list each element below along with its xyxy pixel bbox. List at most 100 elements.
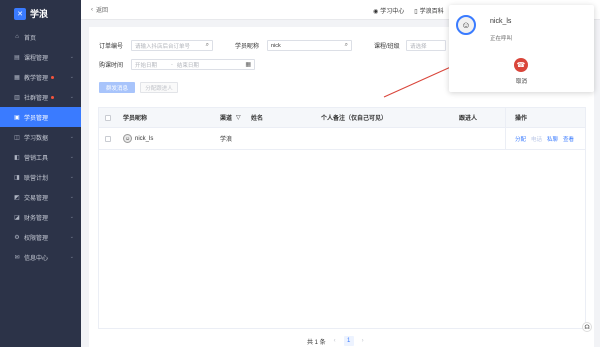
caller-name: nick_ls bbox=[490, 18, 512, 25]
filter-icon[interactable]: ▽ bbox=[236, 114, 241, 121]
row-channel: 学浪 bbox=[220, 137, 233, 143]
view-link[interactable]: 查看 bbox=[563, 135, 574, 143]
caller-avatar: ☺ bbox=[456, 15, 476, 35]
sidebar-item[interactable]: ◪ 财务管理 ⌄ bbox=[0, 207, 81, 227]
col-ops: 操作 bbox=[505, 108, 585, 127]
sidebar-item-label: 学习数据 bbox=[24, 135, 49, 142]
sidebar-item-label: 社群管理 bbox=[24, 95, 49, 102]
hangup-label: 取消 bbox=[515, 79, 527, 85]
sidebar-item-label: 信息中心 bbox=[24, 255, 49, 262]
range-separator: - bbox=[171, 61, 173, 68]
col-channel-label: 渠道 bbox=[220, 116, 233, 122]
col-channel[interactable]: 渠道 ▽ bbox=[220, 108, 241, 127]
sidebar-item[interactable]: ⌂ 首页 bbox=[0, 27, 81, 47]
time-label: 购课时间 bbox=[99, 63, 124, 69]
permission-icon: ⚙ bbox=[14, 234, 20, 241]
sidebar-item-label: 营销工具 bbox=[24, 155, 49, 162]
phone-hangup-icon: ☎ bbox=[516, 62, 526, 69]
notification-dot bbox=[51, 75, 55, 79]
sidebar-item[interactable]: ▤ 课程管理 ⌄ bbox=[0, 47, 81, 67]
assign-follower-button[interactable]: 分配跟进人 bbox=[140, 82, 178, 93]
brand-logo-icon: ✕ bbox=[14, 7, 26, 20]
student-icon: ▣ bbox=[14, 114, 20, 121]
top-link-learning-center[interactable]: ◉ 学习中心 bbox=[373, 6, 404, 15]
chevron-down-icon: ⌄ bbox=[69, 254, 74, 260]
sidebar-item[interactable]: ⚙ 权限管理 ⌄ bbox=[0, 227, 81, 247]
row-ops: 分配 电话 私聊 查看 bbox=[505, 128, 585, 149]
sidebar-item-label: 交易管理 bbox=[24, 195, 49, 202]
private-chat-link[interactable]: 私聊 bbox=[547, 135, 558, 143]
phone-icon: ▯ bbox=[414, 8, 418, 15]
sidebar-item-label: 课程管理 bbox=[24, 55, 49, 62]
notification-dot bbox=[51, 95, 55, 99]
sidebar-item[interactable]: ◧ 营销工具 ⌄ bbox=[0, 147, 81, 167]
chevron-down-icon: ⌄ bbox=[69, 54, 74, 60]
filter-row-2: 购课时间 开始日期 - 结束日期 ▦ bbox=[99, 59, 255, 70]
back-button[interactable]: ‹ 返回 bbox=[81, 5, 108, 15]
sidebar-item-label: 财务管理 bbox=[24, 215, 49, 222]
home-icon: ⌂ bbox=[15, 34, 19, 40]
call-link[interactable]: 电话 bbox=[531, 135, 542, 143]
end-date-placeholder: 结束日期 bbox=[176, 62, 199, 69]
table-header: 学员昵称 渠道 ▽ 姓名 个人备注（仅自己可见） 跟进人 操作 bbox=[99, 108, 585, 128]
avatar: ☺ bbox=[123, 134, 132, 143]
order-label: 订单编号 bbox=[99, 44, 124, 50]
page-number[interactable]: 1 bbox=[343, 336, 354, 346]
top-link-encyclopedia[interactable]: ▯ 学浪百科 bbox=[414, 6, 443, 15]
checkbox-box bbox=[105, 135, 111, 142]
order-placeholder: 请输入抖店后台订单号 bbox=[135, 43, 191, 50]
headset-support-icon[interactable]: ☊ bbox=[582, 322, 592, 332]
sidebar-item-label: 首页 bbox=[24, 35, 37, 42]
call-popup: ☺ nick_ls 正在呼叫 ☎ 取消 bbox=[449, 5, 594, 92]
calendar-icon: ▦ bbox=[245, 62, 251, 68]
student-table: 学员昵称 渠道 ▽ 姓名 个人备注（仅自己可见） 跟进人 操作 ☺ nick_ls… bbox=[98, 107, 586, 329]
sidebar-item[interactable]: ◫ 学习数据 ⌄ bbox=[0, 127, 81, 147]
date-range-input[interactable]: 开始日期 - 结束日期 ▦ bbox=[131, 59, 255, 70]
chevron-left-icon: ‹ bbox=[91, 6, 93, 13]
sidebar-item[interactable]: ◨ 联营计划 ⌄ bbox=[0, 167, 81, 187]
teaching-icon: ▦ bbox=[14, 74, 20, 81]
chevron-down-icon: ⌄ bbox=[69, 194, 74, 200]
sidebar-item[interactable]: ▦ 教学管理 ⌄ bbox=[0, 67, 81, 87]
hangup-button[interactable]: ☎ bbox=[514, 58, 528, 72]
row-checkbox[interactable] bbox=[105, 128, 111, 149]
chevron-down-icon: ⌄ bbox=[69, 214, 74, 220]
course-icon: ▤ bbox=[14, 54, 20, 61]
data-icon: ◫ bbox=[14, 134, 20, 141]
chevron-down-icon: ⌄ bbox=[69, 94, 74, 100]
pagination: 共 1 条 ‹ 1 › bbox=[307, 336, 364, 346]
call-status: 正在呼叫 bbox=[490, 36, 513, 42]
col-ops-label: 操作 bbox=[515, 116, 528, 122]
course-select[interactable]: 请选择 bbox=[406, 40, 446, 51]
trade-icon: ◩ bbox=[14, 194, 20, 201]
next-page-button[interactable]: › bbox=[362, 338, 364, 344]
sidebar-item-label: 联营计划 bbox=[24, 175, 49, 182]
chevron-down-icon: ⌄ bbox=[69, 234, 74, 240]
top-links: ◉ 学习中心 ▯ 学浪百科 bbox=[373, 0, 444, 20]
eye-icon: ◉ bbox=[373, 8, 379, 15]
community-icon: ▥ bbox=[14, 94, 20, 101]
alliance-icon: ◨ bbox=[14, 174, 20, 181]
sidebar-item[interactable]: ◩ 交易管理 ⌄ bbox=[0, 187, 81, 207]
broadcast-message-button[interactable]: 群发消息 bbox=[99, 82, 135, 93]
chevron-down-icon: ⌄ bbox=[69, 174, 74, 180]
col-name: 姓名 bbox=[251, 116, 264, 122]
sidebar-item[interactable]: ▣ 学员管理 bbox=[0, 107, 81, 127]
order-input[interactable]: 请输入抖店后台订单号 ⌕ bbox=[131, 40, 213, 51]
brand[interactable]: ✕ 学浪 bbox=[0, 0, 81, 27]
row-nickname-cell: ☺ nick_ls bbox=[123, 128, 153, 149]
checkbox-box bbox=[105, 114, 111, 121]
filter-row-1: 订单编号 请输入抖店后台订单号 ⌕ 学员昵称 nick ⌕ 课程/班级 请选择 bbox=[99, 40, 446, 51]
search-icon: ⌕ bbox=[205, 42, 209, 48]
sidebar-item[interactable]: ▥ 社群管理 ⌄ bbox=[0, 87, 81, 107]
course-label: 课程/班级 bbox=[374, 44, 400, 50]
prev-page-button[interactable]: ‹ bbox=[334, 338, 336, 344]
sidebar-item-label: 教学管理 bbox=[24, 75, 49, 82]
col-remark: 个人备注（仅自己可见） bbox=[321, 116, 388, 122]
sidebar-item[interactable]: ✉ 信息中心 ⌄ bbox=[0, 247, 81, 267]
sidebar-item-label: 权限管理 bbox=[24, 235, 49, 242]
select-all-checkbox[interactable] bbox=[105, 108, 111, 127]
top-link-label: 学浪百科 bbox=[419, 8, 444, 15]
assign-link[interactable]: 分配 bbox=[515, 135, 526, 143]
nickname-input[interactable]: nick ⌕ bbox=[267, 40, 352, 51]
